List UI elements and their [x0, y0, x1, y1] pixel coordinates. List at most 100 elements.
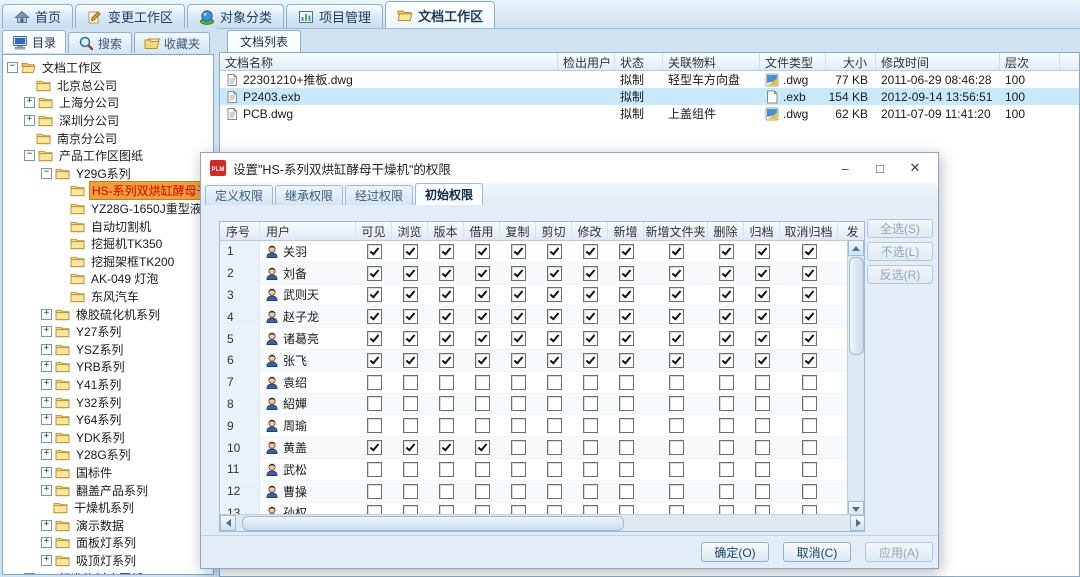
perm-checkbox[interactable]	[755, 418, 770, 433]
perm-checkbox[interactable]	[719, 331, 734, 346]
perm-checkbox[interactable]	[547, 418, 562, 433]
tree-node[interactable]: 北京总公司	[3, 77, 213, 95]
sidebar-tab-search[interactable]: 搜索	[68, 32, 132, 53]
perm-checkbox[interactable]	[619, 266, 634, 281]
cancel-button[interactable]: 取消(C)	[783, 542, 851, 562]
tree-expander-plus-icon[interactable]: +	[41, 414, 52, 425]
perm-checkbox[interactable]	[439, 484, 454, 499]
permission-row[interactable]: 8紹嬋	[220, 394, 865, 416]
perm-checkbox[interactable]	[475, 396, 490, 411]
tree-node[interactable]: +标准物料库图纸	[3, 569, 213, 575]
tree-node[interactable]: +深圳分公司	[3, 112, 213, 130]
horizontal-scrollbar[interactable]	[220, 514, 865, 531]
tree-expander-plus-icon[interactable]: +	[24, 573, 35, 575]
tree-node[interactable]: 南京分公司	[3, 129, 213, 147]
tree-node[interactable]: HS-系列双烘缸酵母干燥机	[3, 182, 213, 200]
tree-node[interactable]: +演示数据	[3, 516, 213, 534]
perm-checkbox[interactable]	[403, 396, 418, 411]
permission-row[interactable]: 6张飞	[220, 350, 865, 372]
tree-node[interactable]: −文档工作区	[3, 59, 213, 77]
perm-checkbox[interactable]	[511, 287, 526, 302]
perm-checkbox[interactable]	[439, 309, 454, 324]
tree-node[interactable]: AK-049 灯泡	[3, 270, 213, 288]
perm-checkbox[interactable]	[669, 353, 684, 368]
perm-checkbox[interactable]	[367, 266, 382, 281]
tree-node[interactable]: +Y64系列	[3, 411, 213, 429]
perm-checkbox[interactable]	[403, 418, 418, 433]
perm-checkbox[interactable]	[403, 266, 418, 281]
select-button-0[interactable]: 全选(S)	[867, 219, 933, 238]
perm-checkbox[interactable]	[802, 375, 817, 390]
tree-expander-plus-icon[interactable]: +	[41, 379, 52, 390]
main-tab-doc-workspace-folder[interactable]: 文档工作区	[385, 1, 495, 28]
perm-checkbox[interactable]	[802, 266, 817, 281]
tree-expander-plus-icon[interactable]: +	[41, 449, 52, 460]
perm-checkbox[interactable]	[403, 244, 418, 259]
permission-row[interactable]: 9周瑜	[220, 415, 865, 437]
perm-checkbox[interactable]	[475, 266, 490, 281]
perm-checkbox[interactable]	[403, 375, 418, 390]
tree-expander-plus-icon[interactable]: +	[41, 361, 52, 372]
main-tab-change-workspace[interactable]: 变更工作区	[75, 4, 185, 28]
perm-checkbox[interactable]	[802, 244, 817, 259]
perm-checkbox[interactable]	[619, 331, 634, 346]
tree-node[interactable]: 东风汽车	[3, 288, 213, 306]
perm-checkbox[interactable]	[403, 287, 418, 302]
perm-checkbox[interactable]	[669, 244, 684, 259]
tree-expander-plus-icon[interactable]: +	[41, 537, 52, 548]
perm-checkbox[interactable]	[367, 462, 382, 477]
perm-checkbox[interactable]	[511, 244, 526, 259]
perm-checkbox[interactable]	[547, 287, 562, 302]
dialog-titlebar[interactable]: PLM 设置"HS-系列双烘缸酵母干燥机"的权限 – □ ✕	[201, 153, 938, 183]
perm-checkbox[interactable]	[755, 462, 770, 477]
perm-checkbox[interactable]	[475, 484, 490, 499]
perm-checkbox[interactable]	[583, 418, 598, 433]
sidebar-tab-favorites-folder[interactable]: 收藏夹	[134, 32, 210, 53]
tree-node[interactable]: 干燥机系列	[3, 499, 213, 517]
scroll-up-icon[interactable]	[848, 240, 864, 256]
tree-expander-plus-icon[interactable]: +	[41, 309, 52, 320]
perm-checkbox[interactable]	[719, 375, 734, 390]
tree-node[interactable]: +YSZ系列	[3, 341, 213, 359]
tree-expander-plus-icon[interactable]: +	[41, 326, 52, 337]
doc-column-header[interactable]: 关联物料	[663, 53, 760, 70]
perm-checkbox[interactable]	[719, 440, 734, 455]
perm-checkbox[interactable]	[367, 484, 382, 499]
tree-expander-plus-icon[interactable]: +	[41, 432, 52, 443]
perm-checkbox[interactable]	[511, 484, 526, 499]
perm-checkbox[interactable]	[583, 353, 598, 368]
tree-node[interactable]: YZ28G-1650J重型液压	[3, 200, 213, 218]
perm-checkbox[interactable]	[439, 375, 454, 390]
tree-node[interactable]: +Y32系列	[3, 393, 213, 411]
perm-checkbox[interactable]	[802, 396, 817, 411]
perm-checkbox[interactable]	[755, 375, 770, 390]
permission-row[interactable]: 5诸葛亮	[220, 328, 865, 350]
perm-checkbox[interactable]	[439, 462, 454, 477]
perm-checkbox[interactable]	[511, 440, 526, 455]
perm-checkbox[interactable]	[669, 484, 684, 499]
perm-checkbox[interactable]	[755, 331, 770, 346]
perm-checkbox[interactable]	[583, 266, 598, 281]
perm-checkbox[interactable]	[719, 266, 734, 281]
perm-checkbox[interactable]	[511, 331, 526, 346]
document-row[interactable]: 22301210+推板.dwg拟制轻型车方向盘.dwg77 KB2011-06-…	[220, 71, 1079, 88]
vertical-scrollbar[interactable]	[847, 240, 864, 517]
perm-checkbox[interactable]	[755, 484, 770, 499]
perm-checkbox[interactable]	[802, 331, 817, 346]
perm-checkbox[interactable]	[583, 484, 598, 499]
main-tab-object-classify[interactable]: 对象分类	[187, 4, 284, 28]
perm-checkbox[interactable]	[719, 396, 734, 411]
perm-checkbox[interactable]	[403, 309, 418, 324]
perm-checkbox[interactable]	[475, 353, 490, 368]
close-icon[interactable]: ✕	[901, 157, 929, 179]
permission-row[interactable]: 11武松	[220, 459, 865, 481]
perm-checkbox[interactable]	[547, 309, 562, 324]
minimize-icon[interactable]: –	[831, 157, 859, 179]
ok-button[interactable]: 确定(O)	[701, 542, 769, 562]
perm-checkbox[interactable]	[619, 309, 634, 324]
perm-checkbox[interactable]	[755, 287, 770, 302]
document-row[interactable]: P2403.exb拟制.exb154 KB2012-09-14 13:56:51…	[220, 88, 1079, 105]
perm-checkbox[interactable]	[367, 418, 382, 433]
scroll-left-icon[interactable]	[220, 515, 236, 531]
select-button-2[interactable]: 反选(R)	[867, 265, 933, 284]
